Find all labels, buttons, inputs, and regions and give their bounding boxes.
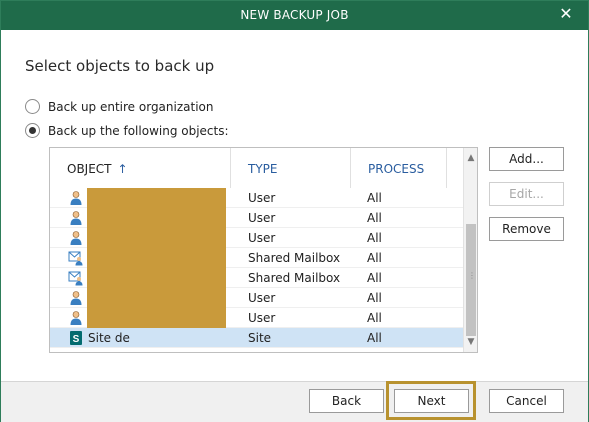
radio-label-following-objects: Back up the following objects: <box>48 123 229 138</box>
row-type: User <box>248 291 276 305</box>
row-type: User <box>248 211 276 225</box>
svg-text:S: S <box>73 334 80 345</box>
column-header-filler <box>446 148 464 188</box>
window-title: NEW BACKUP JOB <box>240 8 349 22</box>
shared-mailbox-icon <box>68 270 84 286</box>
user-icon <box>68 230 84 246</box>
radio-label-entire-organization: Back up entire organization <box>48 99 214 114</box>
objects-table: OBJECT ↑ TYPE PROCESS User All User All … <box>49 147 478 353</box>
row-process: All <box>367 291 382 305</box>
close-icon[interactable]: ✕ <box>558 6 574 22</box>
next-button[interactable]: Next <box>394 389 469 413</box>
table-scrollbar[interactable]: ▲ ⋮⋮ ▼ <box>463 148 477 352</box>
scroll-up-icon[interactable]: ▲ <box>464 150 477 166</box>
row-type: Shared Mailbox <box>248 271 341 285</box>
column-header-type[interactable]: TYPE <box>230 148 350 188</box>
scrollbar-thumb[interactable]: ⋮⋮ <box>466 224 477 336</box>
page-title: Select objects to back up <box>25 57 215 75</box>
user-icon <box>68 210 84 226</box>
sharepoint-site-icon: S <box>68 330 84 346</box>
row-type: User <box>248 311 276 325</box>
column-header-object[interactable]: OBJECT ↑ <box>50 148 230 188</box>
row-type: User <box>248 191 276 205</box>
row-process: All <box>367 211 382 225</box>
remove-button[interactable]: Remove <box>489 217 564 241</box>
row-type: Shared Mailbox <box>248 251 341 265</box>
row-process: All <box>367 271 382 285</box>
redaction-block <box>87 188 226 328</box>
table-row-selected[interactable]: S Site de communication Site All <box>50 328 464 352</box>
grip-icon: ⋮⋮ <box>468 271 477 280</box>
sort-ascending-icon: ↑ <box>117 162 128 176</box>
scroll-down-icon[interactable]: ▼ <box>464 334 477 350</box>
back-button[interactable]: Back <box>309 389 384 413</box>
row-process: All <box>367 191 382 205</box>
option-entire-organization[interactable]: Back up entire organization <box>25 99 214 114</box>
user-icon <box>68 310 84 326</box>
column-header-object-label: OBJECT <box>67 162 112 176</box>
row-process: All <box>367 251 382 265</box>
row-type: Site <box>248 331 272 345</box>
new-backup-job-window: NEW BACKUP JOB ✕ Select objects to back … <box>0 0 589 422</box>
table-header: OBJECT ↑ TYPE PROCESS <box>50 148 464 188</box>
user-icon <box>68 190 84 206</box>
row-type: User <box>248 231 276 245</box>
row-object-name: Site de communication <box>88 331 181 352</box>
column-header-process[interactable]: PROCESS <box>350 148 446 188</box>
title-bar: NEW BACKUP JOB ✕ <box>1 1 588 30</box>
add-button[interactable]: Add... <box>489 147 564 171</box>
row-process: All <box>367 331 382 345</box>
user-icon <box>68 290 84 306</box>
row-process: All <box>367 311 382 325</box>
radio-following-objects[interactable] <box>25 123 40 138</box>
radio-entire-organization[interactable] <box>25 99 40 114</box>
edit-button[interactable]: Edit... <box>489 182 564 206</box>
option-following-objects[interactable]: Back up the following objects: <box>25 123 229 138</box>
cancel-button[interactable]: Cancel <box>489 389 564 413</box>
row-process: All <box>367 231 382 245</box>
shared-mailbox-icon <box>68 250 84 266</box>
